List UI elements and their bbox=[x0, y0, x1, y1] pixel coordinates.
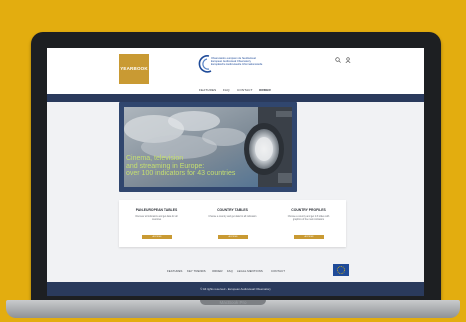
tile-title: COUNTRY TABLES bbox=[217, 208, 248, 212]
yearbook-logo[interactable]: YEARBOOK bbox=[119, 54, 149, 84]
footer-link-faq[interactable]: FAQ bbox=[227, 268, 233, 274]
footer-link-key-trends[interactable]: KEY TRENDS bbox=[187, 268, 206, 274]
access-button[interactable]: ACCESS bbox=[294, 235, 324, 239]
user-icon[interactable] bbox=[345, 57, 351, 63]
footer-link-order[interactable]: ORDER bbox=[212, 268, 223, 274]
main-nav: FEATURES FAQ CONTACT ORDER bbox=[197, 87, 357, 93]
tile-description: Discover all indicators and get data for… bbox=[135, 216, 178, 221]
access-tiles: PAN-EUROPEAN TABLES Discover all indicat… bbox=[119, 200, 346, 247]
hero-line-3: over 100 indicators for 43 countries bbox=[126, 170, 236, 177]
product-mockup-scene: MacBook Pro YEARBOOK Observatoire europé… bbox=[0, 0, 466, 322]
observatory-name: Observatoire européen de l'audiovisuel E… bbox=[211, 57, 321, 66]
footer-link-legal-mentions[interactable]: LEGAL MENTIONS bbox=[237, 268, 263, 274]
observatory-name-de: Europäische Audiovisuelle Informationsst… bbox=[211, 63, 263, 67]
footer-nav: FEATURES KEY TRENDS ORDER FAQ LEGAL MENT… bbox=[167, 268, 327, 274]
hero-banner[interactable]: Cinema, television and streaming in Euro… bbox=[119, 102, 297, 192]
tile-pan-european-tables: PAN-EUROPEAN TABLES Discover all indicat… bbox=[119, 200, 194, 247]
tile-country-profiles: COUNTRY PROFILES Choose a country and ge… bbox=[271, 200, 346, 247]
header-band bbox=[47, 94, 424, 102]
tile-title: COUNTRY PROFILES bbox=[291, 208, 326, 212]
tile-title: PAN-EUROPEAN TABLES bbox=[135, 208, 178, 212]
footer-bar: © All rights reserved - European Audiovi… bbox=[47, 282, 424, 296]
access-button[interactable]: ACCESS bbox=[218, 235, 248, 239]
council-of-europe-logo-icon[interactable] bbox=[333, 264, 349, 276]
laptop-brand-label: MacBook Pro bbox=[219, 300, 247, 305]
footer-link-features[interactable]: FEATURES bbox=[167, 268, 183, 274]
hero-line-2: and streaming in Europe: bbox=[126, 162, 205, 170]
nav-item-features[interactable]: FEATURES bbox=[199, 87, 216, 93]
nav-item-faq[interactable]: FAQ bbox=[223, 87, 230, 93]
tile-country-tables: COUNTRY TABLES Choose a country and get … bbox=[195, 200, 270, 247]
nav-item-contact[interactable]: CONTACT bbox=[237, 87, 253, 93]
nav-item-order[interactable]: ORDER bbox=[259, 87, 271, 93]
tile-description: Choose a country and get 2-5 slides with… bbox=[287, 216, 330, 221]
hero-line-1: Cinema, television bbox=[126, 155, 184, 162]
tile-description: Choose a country and get data for all in… bbox=[208, 216, 257, 218]
footer-link-contact[interactable]: CONTACT bbox=[271, 268, 285, 274]
access-button[interactable]: ACCESS bbox=[142, 235, 172, 239]
site-header: YEARBOOK Observatoire européen de l'audi… bbox=[47, 48, 424, 94]
hero-headline: Cinema, television and streaming in Euro… bbox=[126, 155, 296, 178]
search-icon[interactable] bbox=[335, 57, 341, 63]
laptop-screen: YEARBOOK Observatoire européen de l'audi… bbox=[47, 48, 424, 296]
copyright-text: © All rights reserved - European Audiovi… bbox=[200, 287, 271, 291]
